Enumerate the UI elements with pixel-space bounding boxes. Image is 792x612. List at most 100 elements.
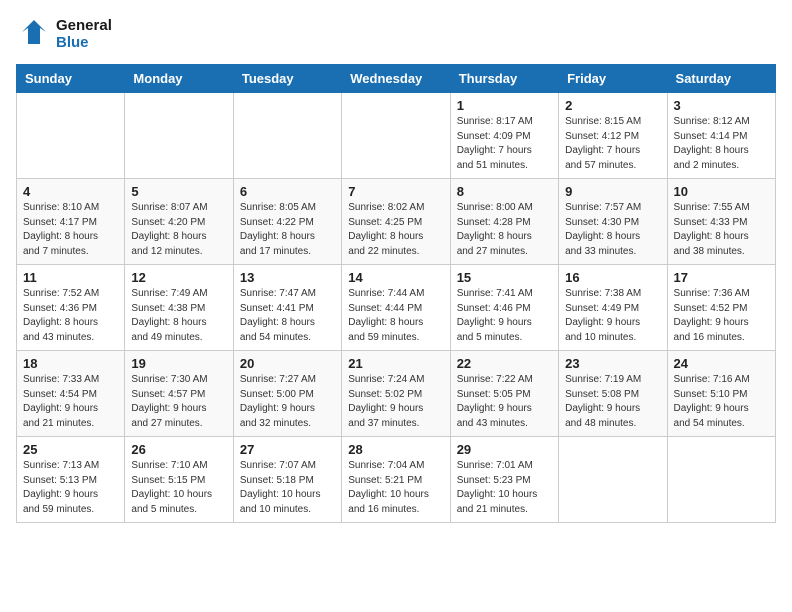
day-info: Sunrise: 7:13 AM Sunset: 5:13 PM Dayligh… (23, 459, 118, 517)
day-number: 7 (348, 184, 443, 199)
day-info: Sunrise: 8:05 AM Sunset: 4:22 PM Dayligh… (240, 201, 335, 259)
calendar-cell: 23 Sunrise: 7:19 AM Sunset: 5:08 PM Dayli… (559, 351, 667, 437)
day-info: Sunrise: 8:10 AM Sunset: 4:17 PM Dayligh… (23, 201, 118, 259)
day-number: 25 (23, 442, 118, 457)
logo-line2: Blue (56, 34, 112, 51)
day-number: 27 (240, 442, 335, 457)
calendar-cell: 13 Sunrise: 7:47 AM Sunset: 4:41 PM Dayli… (233, 265, 341, 351)
day-info: Sunrise: 7:22 AM Sunset: 5:05 PM Dayligh… (457, 373, 552, 431)
header-day-tuesday: Tuesday (233, 65, 341, 93)
day-number: 29 (457, 442, 552, 457)
header-day-saturday: Saturday (667, 65, 775, 93)
calendar-cell (125, 93, 233, 179)
day-number: 2 (565, 98, 660, 113)
day-info: Sunrise: 7:52 AM Sunset: 4:36 PM Dayligh… (23, 287, 118, 345)
calendar-cell: 26Sunrise: 7:10 AM Sunset: 5:15 PM Dayli… (125, 437, 233, 523)
day-info: Sunrise: 7:49 AM Sunset: 4:38 PM Dayligh… (131, 287, 226, 345)
calendar-cell: 15 Sunrise: 7:41 AM Sunset: 4:46 PM Dayli… (450, 265, 558, 351)
day-number: 8 (457, 184, 552, 199)
day-number: 22 (457, 356, 552, 371)
calendar-cell (17, 93, 125, 179)
calendar-cell: 12 Sunrise: 7:49 AM Sunset: 4:38 PM Dayli… (125, 265, 233, 351)
day-info: Sunrise: 7:33 AM Sunset: 4:54 PM Dayligh… (23, 373, 118, 431)
day-info: Sunrise: 7:24 AM Sunset: 5:02 PM Dayligh… (348, 373, 443, 431)
calendar-cell: 28Sunrise: 7:04 AM Sunset: 5:21 PM Dayli… (342, 437, 450, 523)
day-number: 21 (348, 356, 443, 371)
calendar-body: 1Sunrise: 8:17 AM Sunset: 4:09 PM Daylig… (17, 93, 776, 523)
calendar-cell (342, 93, 450, 179)
calendar-cell: 24Sunrise: 7:16 AM Sunset: 5:10 PM Dayli… (667, 351, 775, 437)
calendar-cell: 3Sunrise: 8:12 AM Sunset: 4:14 PM Daylig… (667, 93, 775, 179)
week-row-4: 25 Sunrise: 7:13 AM Sunset: 5:13 PM Dayli… (17, 437, 776, 523)
header-day-friday: Friday (559, 65, 667, 93)
week-row-1: 4 Sunrise: 8:10 AM Sunset: 4:17 PM Daylig… (17, 179, 776, 265)
day-number: 14 (348, 270, 443, 285)
day-info: Sunrise: 7:44 AM Sunset: 4:44 PM Dayligh… (348, 287, 443, 345)
calendar-cell: 6 Sunrise: 8:05 AM Sunset: 4:22 PM Daylig… (233, 179, 341, 265)
day-number: 23 (565, 356, 660, 371)
day-number: 17 (674, 270, 769, 285)
calendar-cell (233, 93, 341, 179)
day-info: Sunrise: 8:15 AM Sunset: 4:12 PM Dayligh… (565, 115, 660, 173)
day-info: Sunrise: 7:30 AM Sunset: 4:57 PM Dayligh… (131, 373, 226, 431)
calendar-cell: 29 Sunrise: 7:01 AM Sunset: 5:23 PM Dayli… (450, 437, 558, 523)
day-info: Sunrise: 7:01 AM Sunset: 5:23 PM Dayligh… (457, 459, 552, 517)
day-number: 19 (131, 356, 226, 371)
logo: General Blue (16, 16, 112, 52)
day-number: 13 (240, 270, 335, 285)
calendar-cell: 5 Sunrise: 8:07 AM Sunset: 4:20 PM Daylig… (125, 179, 233, 265)
calendar-cell: 10 Sunrise: 7:55 AM Sunset: 4:33 PM Dayli… (667, 179, 775, 265)
day-number: 5 (131, 184, 226, 199)
day-info: Sunrise: 8:07 AM Sunset: 4:20 PM Dayligh… (131, 201, 226, 259)
calendar-cell: 25 Sunrise: 7:13 AM Sunset: 5:13 PM Dayli… (17, 437, 125, 523)
day-info: Sunrise: 7:41 AM Sunset: 4:46 PM Dayligh… (457, 287, 552, 345)
day-number: 28 (348, 442, 443, 457)
day-info: Sunrise: 7:16 AM Sunset: 5:10 PM Dayligh… (674, 373, 769, 431)
day-number: 6 (240, 184, 335, 199)
day-info: Sunrise: 8:00 AM Sunset: 4:28 PM Dayligh… (457, 201, 552, 259)
calendar-cell: 21 Sunrise: 7:24 AM Sunset: 5:02 PM Dayli… (342, 351, 450, 437)
day-number: 16 (565, 270, 660, 285)
calendar-cell: 11 Sunrise: 7:52 AM Sunset: 4:36 PM Dayli… (17, 265, 125, 351)
logo-line1: General (56, 17, 112, 34)
calendar-cell: 1Sunrise: 8:17 AM Sunset: 4:09 PM Daylig… (450, 93, 558, 179)
calendar-cell: 22 Sunrise: 7:22 AM Sunset: 5:05 PM Dayli… (450, 351, 558, 437)
day-info: Sunrise: 7:19 AM Sunset: 5:08 PM Dayligh… (565, 373, 660, 431)
calendar-cell: 20 Sunrise: 7:27 AM Sunset: 5:00 PM Dayli… (233, 351, 341, 437)
calendar-cell: 2 Sunrise: 8:15 AM Sunset: 4:12 PM Daylig… (559, 93, 667, 179)
day-info: Sunrise: 7:38 AM Sunset: 4:49 PM Dayligh… (565, 287, 660, 345)
day-info: Sunrise: 7:57 AM Sunset: 4:30 PM Dayligh… (565, 201, 660, 259)
page-header: General Blue (16, 16, 776, 52)
calendar-cell: 16 Sunrise: 7:38 AM Sunset: 4:49 PM Dayli… (559, 265, 667, 351)
day-number: 20 (240, 356, 335, 371)
day-info: Sunrise: 7:47 AM Sunset: 4:41 PM Dayligh… (240, 287, 335, 345)
week-row-0: 1Sunrise: 8:17 AM Sunset: 4:09 PM Daylig… (17, 93, 776, 179)
day-number: 18 (23, 356, 118, 371)
calendar-header: SundayMondayTuesdayWednesdayThursdayFrid… (17, 65, 776, 93)
day-number: 4 (23, 184, 118, 199)
day-number: 10 (674, 184, 769, 199)
day-info: Sunrise: 8:02 AM Sunset: 4:25 PM Dayligh… (348, 201, 443, 259)
day-info: Sunrise: 7:55 AM Sunset: 4:33 PM Dayligh… (674, 201, 769, 259)
calendar-cell: 4 Sunrise: 8:10 AM Sunset: 4:17 PM Daylig… (17, 179, 125, 265)
day-number: 26 (131, 442, 226, 457)
day-number: 9 (565, 184, 660, 199)
calendar-cell: 7 Sunrise: 8:02 AM Sunset: 4:25 PM Daylig… (342, 179, 450, 265)
day-number: 15 (457, 270, 552, 285)
calendar-cell: 27Sunrise: 7:07 AM Sunset: 5:18 PM Dayli… (233, 437, 341, 523)
day-number: 11 (23, 270, 118, 285)
logo-bird-icon (16, 16, 52, 52)
calendar-cell: 14 Sunrise: 7:44 AM Sunset: 4:44 PM Dayli… (342, 265, 450, 351)
calendar-cell (559, 437, 667, 523)
day-number: 12 (131, 270, 226, 285)
calendar-cell: 19 Sunrise: 7:30 AM Sunset: 4:57 PM Dayli… (125, 351, 233, 437)
calendar-cell: 18 Sunrise: 7:33 AM Sunset: 4:54 PM Dayli… (17, 351, 125, 437)
header-day-thursday: Thursday (450, 65, 558, 93)
day-info: Sunrise: 7:27 AM Sunset: 5:00 PM Dayligh… (240, 373, 335, 431)
header-day-wednesday: Wednesday (342, 65, 450, 93)
calendar-cell: 9 Sunrise: 7:57 AM Sunset: 4:30 PM Daylig… (559, 179, 667, 265)
day-number: 3 (674, 98, 769, 113)
day-number: 1 (457, 98, 552, 113)
day-info: Sunrise: 7:36 AM Sunset: 4:52 PM Dayligh… (674, 287, 769, 345)
calendar-cell: 8 Sunrise: 8:00 AM Sunset: 4:28 PM Daylig… (450, 179, 558, 265)
